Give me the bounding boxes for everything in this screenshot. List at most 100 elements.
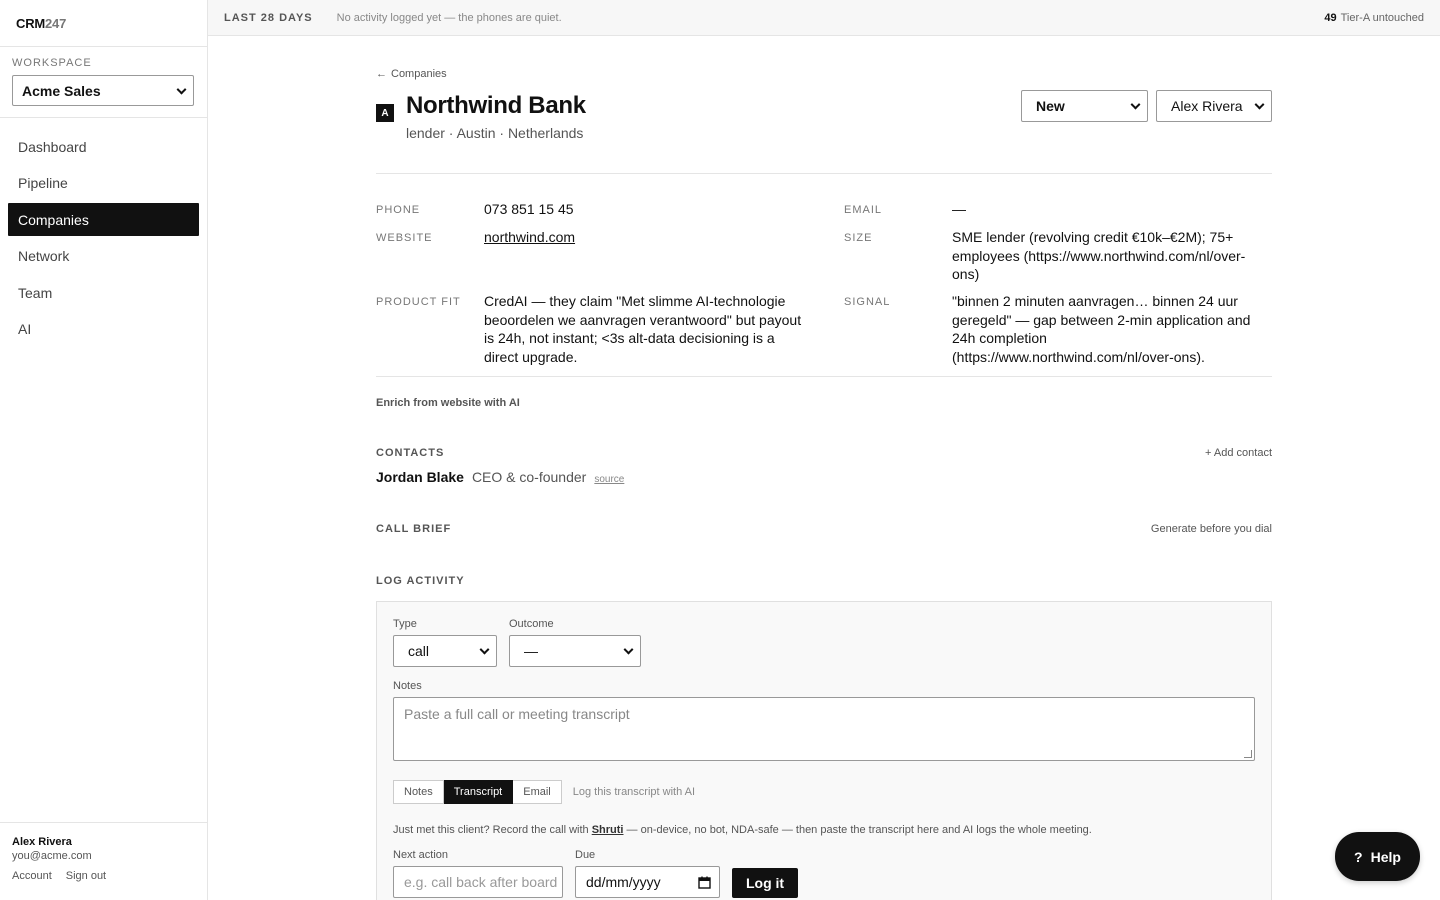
type-select[interactable]: call (393, 635, 497, 667)
due-date-input[interactable]: dd/mm/yyyy (575, 866, 720, 898)
signal-value: "binnen 2 minuten aanvragen… binnen 24 u… (952, 293, 1251, 365)
notes-textarea[interactable]: Paste a full call or meeting transcript (393, 697, 1255, 761)
company-fields: PHONE 073 851 15 45 EMAIL — WEBSITE nort… (376, 174, 1272, 377)
sidebar-item-ai[interactable]: AI (8, 313, 199, 346)
owner-select[interactable]: Alex Rivera (1156, 90, 1272, 122)
back-link[interactable]: ← Companies (376, 68, 1272, 80)
due-label: Due (575, 849, 596, 861)
log-activity-header: LOG ACTIVITY (376, 575, 1272, 587)
website-link[interactable]: northwind.com (484, 229, 575, 245)
email-value: — (952, 201, 966, 217)
date-range: LAST 28 DAYS (224, 11, 313, 24)
outcome-select[interactable]: — (509, 635, 641, 667)
brand-logo[interactable]: CRM247 (0, 0, 207, 47)
workspace-section: WORKSPACE Acme Sales (0, 47, 207, 118)
chevron-down-icon (479, 644, 490, 655)
contact-role: CEO & co-founder (471, 469, 587, 485)
chevron-down-icon (623, 644, 634, 655)
page-title: Northwind Bank (406, 92, 586, 119)
size-label: SIZE (844, 232, 873, 244)
contacts-header: CONTACTS + Add contact (376, 447, 1272, 459)
phone-label: PHONE (376, 204, 421, 216)
tier-a-untouched[interactable]: 49 Tier-A untouched (1324, 12, 1424, 24)
brand-part2: 247 (45, 16, 67, 31)
due-placeholder: dd/mm/yyyy (586, 874, 661, 890)
notes-mode-tabs: Notes Transcript Email Log this transcri… (393, 780, 1255, 804)
company-subtitle: lender · Austin · Netherlands (406, 125, 584, 141)
user-links: Account Sign out (12, 870, 195, 882)
phone-value[interactable]: 073 851 15 45 (484, 200, 574, 219)
next-action-input[interactable]: e.g. call back after board (393, 866, 563, 898)
user-panel: Alex Rivera you@acme.com Account Sign ou… (0, 822, 207, 900)
tier-a-label: Tier-A untouched (1340, 11, 1424, 24)
hint-before: Just met this client? Record the call wi… (393, 824, 592, 836)
type-field: Type call (393, 618, 497, 667)
notes-placeholder: Paste a full call or meeting transcript (404, 706, 630, 722)
contacts-title: CONTACTS (376, 447, 445, 459)
next-action-placeholder: e.g. call back after board (404, 874, 558, 890)
tier-a-count: 49 (1324, 11, 1337, 24)
chevron-down-icon (1254, 99, 1265, 110)
sidebar-item-team[interactable]: Team (8, 276, 199, 309)
shruti-hint: Just met this client? Record the call wi… (393, 824, 1255, 836)
resize-handle-icon[interactable] (1244, 750, 1252, 758)
product-fit-label: PRODUCT FIT (376, 296, 461, 308)
company-detail: ← Companies A Northwind Bank lender · Au… (376, 36, 1272, 900)
sidebar-item-network[interactable]: Network (8, 240, 199, 273)
next-action-label: Next action (393, 849, 449, 861)
hint-after: — on-device, no bot, NDA-safe — then pas… (623, 824, 1092, 836)
signal-label: SIGNAL (844, 296, 891, 308)
next-action-row: Next action e.g. call back after board D… (393, 849, 1255, 898)
contact-source-link[interactable]: source (594, 474, 624, 485)
email-label: EMAIL (844, 204, 883, 216)
help-label: Help (1370, 848, 1401, 865)
status-value: New (1036, 98, 1065, 114)
tab-notes[interactable]: Notes (393, 780, 444, 804)
company-header: A Northwind Bank lender · Austin · Nethe… (376, 90, 1272, 174)
website-label: WEBSITE (376, 232, 433, 244)
sidebar-item-pipeline[interactable]: Pipeline (8, 167, 199, 200)
due-field: Due dd/mm/yyyy (575, 849, 720, 898)
activity-message: No activity logged yet — the phones are … (336, 11, 562, 24)
help-button[interactable]: ? Help (1335, 832, 1420, 881)
size-value: SME lender (revolving credit €10k–€2M); … (952, 229, 1246, 282)
owner-value: Alex Rivera (1171, 98, 1243, 114)
tab-transcript[interactable]: Transcript (443, 780, 514, 804)
log-it-button[interactable]: Log it (732, 868, 799, 898)
add-contact-button[interactable]: + Add contact (1205, 447, 1272, 459)
sidebar-nav: Dashboard Pipeline Companies Network Tea… (0, 118, 207, 361)
user-name: Alex Rivera (12, 836, 72, 848)
type-label: Type (393, 618, 417, 630)
chevron-down-icon (176, 84, 187, 95)
notes-label: Notes (393, 680, 422, 692)
chevron-down-icon (1130, 99, 1141, 110)
help-icon: ? (1354, 848, 1363, 865)
workspace-select[interactable]: Acme Sales (12, 75, 194, 106)
sidebar: CRM247 WORKSPACE Acme Sales Dashboard Pi… (0, 0, 208, 900)
generate-brief-button[interactable]: Generate before you dial (1151, 523, 1272, 535)
shruti-link[interactable]: Shruti (592, 824, 624, 836)
topbar: LAST 28 DAYS No activity logged yet — th… (208, 0, 1440, 36)
workspace-selected: Acme Sales (22, 82, 101, 99)
contact-name[interactable]: Jordan Blake (376, 469, 464, 485)
status-select[interactable]: New (1021, 90, 1148, 122)
workspace-label: WORKSPACE (12, 57, 92, 69)
log-transcript-ai-button[interactable]: Log this transcript with AI (573, 786, 695, 798)
outcome-field: Outcome — (509, 618, 641, 667)
log-activity-title: LOG ACTIVITY (376, 575, 465, 587)
enrich-ai-button[interactable]: Enrich from website with AI (376, 397, 1272, 409)
sign-out-link[interactable]: Sign out (66, 870, 106, 882)
arrow-left-icon: ← (376, 68, 387, 80)
sidebar-item-dashboard[interactable]: Dashboard (8, 130, 199, 163)
user-email: you@acme.com (12, 850, 92, 862)
sidebar-item-companies[interactable]: Companies (8, 203, 199, 236)
outcome-label: Outcome (509, 618, 554, 630)
call-brief-title: CALL BRIEF (376, 523, 452, 535)
product-fit-value: CredAI — they claim "Met slimme AI-techn… (484, 293, 802, 365)
brand-part1: CRM (16, 16, 46, 31)
account-link[interactable]: Account (12, 870, 52, 882)
tab-email[interactable]: Email (513, 780, 562, 804)
calendar-icon[interactable] (698, 876, 711, 889)
call-brief-header: CALL BRIEF Generate before you dial (376, 523, 1272, 535)
outcome-value: — (524, 643, 538, 659)
